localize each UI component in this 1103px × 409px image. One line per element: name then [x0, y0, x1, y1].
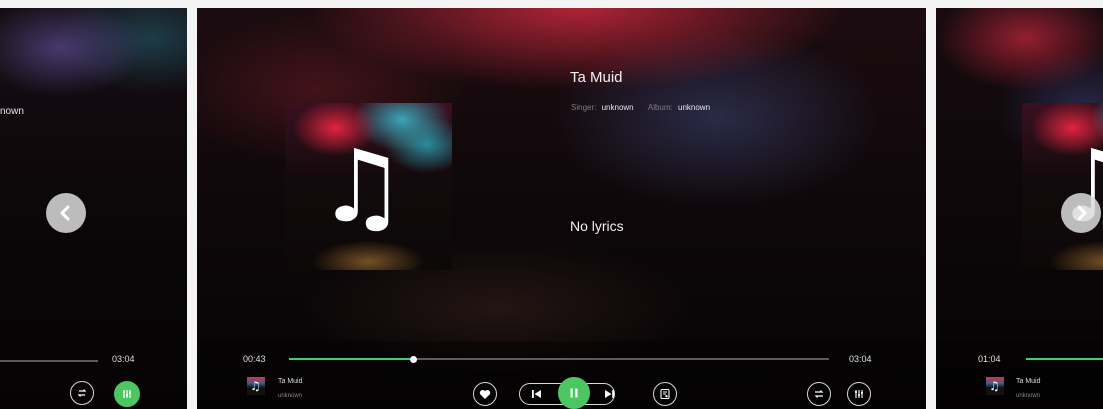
play-pause-button[interactable]	[558, 377, 590, 409]
left-total-time: 03:04	[112, 354, 135, 364]
pause-icon	[570, 388, 578, 398]
shuffle-icon	[814, 390, 824, 398]
song-title: Ta Muid	[570, 69, 623, 86]
skip-previous-icon	[532, 390, 541, 398]
lyrics-icon	[660, 388, 670, 400]
play-mode-button[interactable]	[807, 382, 831, 406]
mini-song-title: Ta Muid	[278, 378, 303, 385]
lyrics-text: No lyrics	[570, 218, 624, 234]
right-progress-bar[interactable]	[1026, 358, 1103, 360]
previous-button[interactable]	[530, 388, 544, 400]
lyrics-button[interactable]	[653, 382, 677, 406]
chevron-left-icon	[60, 205, 70, 221]
left-loop-button[interactable]	[70, 381, 94, 405]
equalizer-button[interactable]	[847, 382, 871, 406]
progress-fill	[289, 358, 414, 360]
singer-value: unknown	[601, 103, 634, 112]
chevron-right-icon	[1077, 205, 1087, 221]
right-album-art: ♫	[1022, 103, 1103, 270]
album-label: Album:	[647, 103, 673, 112]
left-player-card[interactable]: nown 03:04	[0, 8, 187, 409]
singer-label: Singer:	[571, 103, 597, 112]
album-art: ♫	[285, 103, 452, 270]
right-mini-song-title: Ta Muid	[1016, 378, 1041, 385]
skip-next-icon	[605, 390, 614, 398]
next-button[interactable]	[602, 388, 616, 400]
album-value: unknown	[678, 103, 711, 112]
total-time: 03:04	[849, 354, 872, 364]
loop-icon	[77, 389, 87, 397]
mini-art: ♫	[247, 377, 265, 395]
music-note-icon: ♫	[317, 128, 407, 245]
song-meta: Singer: unknown Album: unknown	[571, 103, 710, 112]
progress-bar[interactable]	[289, 355, 829, 363]
left-equalizer-button[interactable]	[114, 381, 140, 407]
current-time: 00:43	[243, 354, 266, 364]
right-progress-fill	[1026, 358, 1103, 360]
carousel-prev-button[interactable]	[46, 193, 86, 233]
left-progress-track[interactable]	[0, 360, 98, 362]
heart-icon	[479, 389, 491, 399]
mini-music-note-icon: ♫	[250, 379, 261, 393]
right-mini-artist: unknown	[1016, 393, 1041, 399]
left-artist-fragment: nown	[0, 106, 24, 117]
equalizer-icon	[123, 390, 131, 398]
favorite-button[interactable]	[473, 382, 497, 406]
equalizer-icon	[855, 390, 863, 398]
right-mini-art: ♫	[986, 377, 1004, 395]
right-current-time: 01:04	[978, 354, 1001, 364]
left-card-background	[0, 8, 187, 409]
progress-thumb[interactable]	[409, 355, 417, 363]
carousel-next-button[interactable]	[1061, 193, 1101, 233]
right-mini-music-note-icon: ♫	[989, 379, 1000, 393]
mini-artist: unknown	[278, 393, 303, 399]
main-player-card: ♫ Ta Muid Singer: unknown Album: unknown…	[197, 8, 926, 409]
